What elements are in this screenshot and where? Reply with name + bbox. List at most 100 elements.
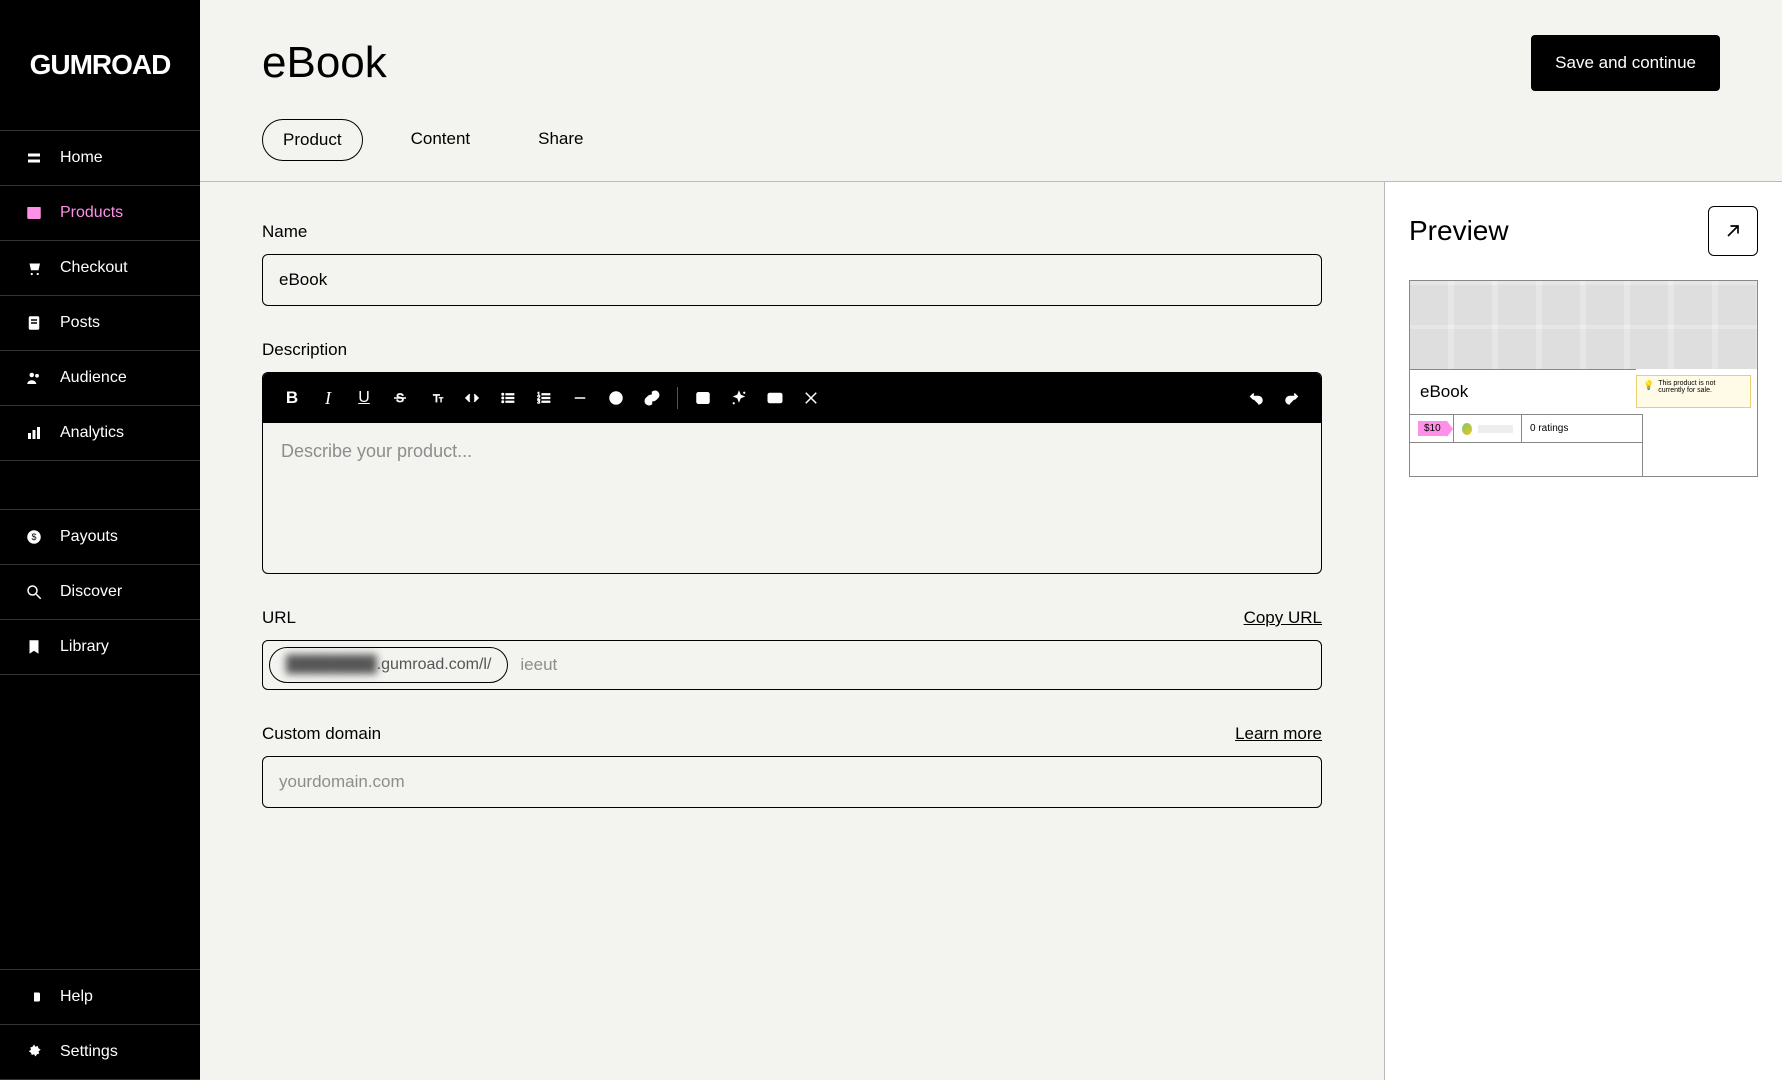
url-label: URL (262, 608, 296, 628)
url-input[interactable]: ████████.gumroad.com/l/ ieeut (262, 640, 1322, 690)
sidebar-item-settings[interactable]: Settings (0, 1025, 200, 1080)
header: eBook Save and continue Product Content … (200, 0, 1782, 181)
preview-side (1642, 414, 1757, 476)
preview-price: $10 (1418, 421, 1447, 436)
preview-column: Preview eBook 💡 This product is not curr… (1384, 182, 1782, 1080)
sidebar-item-label: Home (60, 149, 103, 167)
help-icon (24, 988, 44, 1006)
sidebar-item-posts[interactable]: Posts (0, 296, 200, 351)
products-icon (24, 204, 44, 222)
text-size-icon[interactable]: TT (421, 383, 451, 413)
redo-icon[interactable] (1277, 383, 1307, 413)
custom-domain-input[interactable] (262, 756, 1322, 808)
settings-icon (24, 1043, 44, 1061)
horizontal-rule-icon[interactable] (565, 383, 595, 413)
sidebar-item-label: Posts (60, 314, 100, 332)
open-preview-button[interactable] (1708, 206, 1758, 256)
preview-title: Preview (1409, 215, 1509, 247)
sidebar-item-label: Audience (60, 369, 127, 387)
avatar-icon (1462, 423, 1472, 435)
video-icon[interactable] (760, 383, 790, 413)
svg-text:3: 3 (537, 399, 540, 405)
payouts-icon: $ (24, 528, 44, 546)
numbered-list-icon[interactable]: 123 (529, 383, 559, 413)
name-input[interactable] (262, 254, 1322, 306)
tab-content[interactable]: Content (391, 119, 491, 161)
sparkle-icon[interactable] (724, 383, 754, 413)
checkout-icon (24, 259, 44, 277)
field-description: Description B I U S TT 123 (262, 340, 1322, 574)
svg-text:$: $ (31, 532, 36, 542)
field-custom-domain: Custom domain Learn more (262, 724, 1322, 808)
quote-icon[interactable] (601, 383, 631, 413)
svg-text:T: T (439, 397, 443, 404)
description-textarea[interactable]: Describe your product... (263, 423, 1321, 573)
preview-card: eBook 💡 This product is not currently fo… (1409, 280, 1758, 477)
sidebar-item-home[interactable]: Home (0, 131, 200, 186)
sidebar-item-label: Products (60, 204, 123, 222)
nav-primary: Home Products Checkout Posts Audience An… (0, 130, 200, 461)
sidebar-item-help[interactable]: Help (0, 970, 200, 1025)
posts-icon (24, 314, 44, 332)
preview-product-name: eBook (1410, 369, 1636, 414)
url-slug: ieeut (520, 655, 557, 675)
x-twitter-icon[interactable] (796, 383, 826, 413)
lightbulb-icon: 💡 (1643, 380, 1654, 391)
form-column: Name Description B I U S TT 123 (200, 182, 1384, 1080)
tab-product[interactable]: Product (262, 119, 363, 161)
sidebar-item-label: Discover (60, 583, 122, 601)
italic-icon[interactable]: I (313, 383, 343, 413)
sidebar-item-label: Library (60, 638, 109, 656)
preview-price-cell: $10 (1410, 415, 1454, 442)
field-url: URL Copy URL ████████.gumroad.com/l/ iee… (262, 608, 1322, 690)
name-label: Name (262, 222, 307, 242)
sidebar-item-label: Settings (60, 1043, 118, 1061)
description-label: Description (262, 340, 347, 360)
code-icon[interactable] (457, 383, 487, 413)
copy-url-link[interactable]: Copy URL (1244, 608, 1322, 628)
page-title: eBook (262, 38, 387, 88)
sidebar-item-checkout[interactable]: Checkout (0, 241, 200, 296)
undo-icon[interactable] (1241, 383, 1271, 413)
sidebar-item-label: Help (60, 988, 93, 1006)
toolbar-separator (677, 387, 678, 409)
sidebar-item-label: Checkout (60, 259, 128, 277)
main: eBook Save and continue Product Content … (200, 0, 1782, 1080)
preview-ratings: 0 ratings (1522, 415, 1642, 442)
learn-more-link[interactable]: Learn more (1235, 724, 1322, 744)
save-continue-button[interactable]: Save and continue (1531, 35, 1720, 91)
strikethrough-icon[interactable]: S (385, 383, 415, 413)
field-name: Name (262, 222, 1322, 306)
discover-icon (24, 583, 44, 601)
sidebar-item-label: Analytics (60, 424, 124, 442)
sidebar-item-analytics[interactable]: Analytics (0, 406, 200, 461)
library-icon (24, 638, 44, 656)
sidebar-item-library[interactable]: Library (0, 620, 200, 675)
image-icon[interactable] (688, 383, 718, 413)
link-icon[interactable] (637, 383, 667, 413)
bullet-list-icon[interactable] (493, 383, 523, 413)
sidebar: GUMROAD Home Products Checkout Posts Aud… (0, 0, 200, 1080)
preview-footer (1410, 442, 1642, 476)
bold-icon[interactable]: B (277, 383, 307, 413)
home-icon (24, 149, 44, 167)
sidebar-item-audience[interactable]: Audience (0, 351, 200, 406)
sidebar-item-discover[interactable]: Discover (0, 565, 200, 620)
sidebar-item-products[interactable]: Products (0, 186, 200, 241)
custom-domain-label: Custom domain (262, 724, 381, 744)
url-prefix-pill: ████████.gumroad.com/l/ (269, 647, 508, 683)
nav-secondary: $ Payouts Discover Library (0, 509, 200, 675)
tab-share[interactable]: Share (518, 119, 603, 161)
nav-footer: Help Settings (0, 969, 200, 1080)
arrow-up-right-icon (1723, 221, 1743, 241)
sidebar-item-label: Payouts (60, 528, 118, 546)
sidebar-item-payouts[interactable]: $ Payouts (0, 510, 200, 565)
audience-icon (24, 369, 44, 387)
rich-text-editor: B I U S TT 123 (262, 372, 1322, 574)
rte-toolbar: B I U S TT 123 (263, 373, 1321, 423)
tabs: Product Content Share (262, 119, 1720, 161)
preview-cover-placeholder (1410, 281, 1757, 369)
underline-icon[interactable]: U (349, 383, 379, 413)
preview-author-cell (1454, 415, 1522, 442)
preview-warning: 💡 This product is not currently for sale… (1636, 375, 1751, 408)
